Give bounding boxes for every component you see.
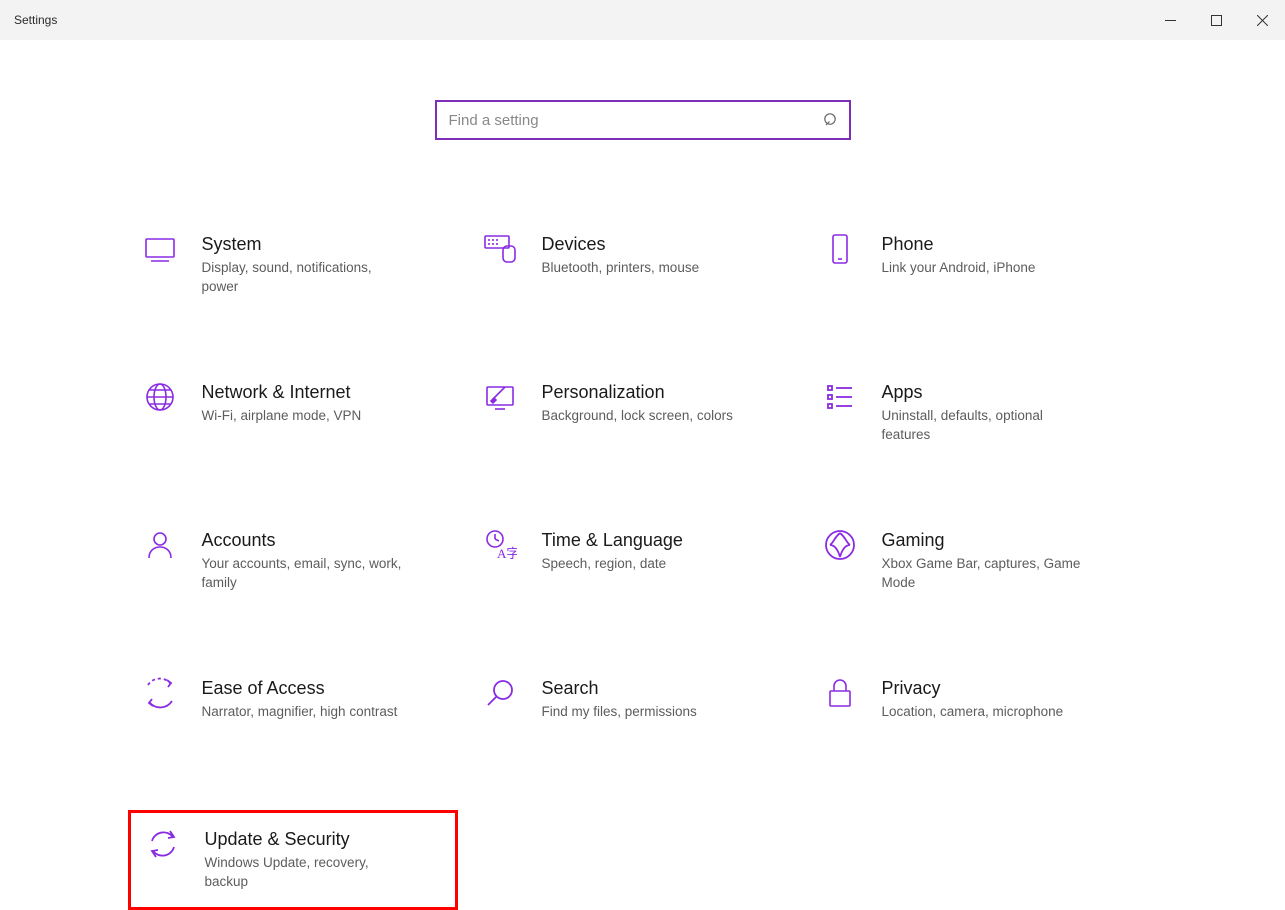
category-desc: Your accounts, email, sync, work, family xyxy=(202,555,402,593)
category-desc: Wi-Fi, airplane mode, VPN xyxy=(202,407,362,426)
category-desc: Speech, region, date xyxy=(542,555,683,574)
search-input[interactable] xyxy=(449,112,823,129)
minimize-button[interactable] xyxy=(1147,0,1193,40)
category-desc: Windows Update, recovery, backup xyxy=(205,854,405,892)
category-desc: Background, lock screen, colors xyxy=(542,407,733,426)
close-button[interactable] xyxy=(1239,0,1285,40)
window-title: Settings xyxy=(14,13,57,27)
category-desc: Narrator, magnifier, high contrast xyxy=(202,703,398,722)
category-personalization[interactable]: Personalization Background, lock screen,… xyxy=(468,366,798,466)
category-network[interactable]: Network & Internet Wi-Fi, airplane mode,… xyxy=(128,366,458,466)
category-title: Devices xyxy=(542,234,700,255)
category-privacy[interactable]: Privacy Location, camera, microphone xyxy=(808,662,1138,762)
category-accounts[interactable]: Accounts Your accounts, email, sync, wor… xyxy=(128,514,458,614)
update-security-icon xyxy=(141,827,185,861)
personalization-icon xyxy=(478,380,522,414)
category-desc: Bluetooth, printers, mouse xyxy=(542,259,700,278)
close-icon xyxy=(1257,15,1268,26)
maximize-icon xyxy=(1211,15,1222,26)
category-title: Phone xyxy=(882,234,1036,255)
titlebar: Settings xyxy=(0,0,1285,40)
category-title: System xyxy=(202,234,402,255)
categories-grid: System Display, sound, notifications, po… xyxy=(128,218,1138,910)
category-desc: Link your Android, iPhone xyxy=(882,259,1036,278)
category-phone[interactable]: Phone Link your Android, iPhone xyxy=(808,218,1138,318)
maximize-button[interactable] xyxy=(1193,0,1239,40)
time-language-icon: A字 xyxy=(478,528,522,562)
category-desc: Find my files, permissions xyxy=(542,703,697,722)
category-title: Network & Internet xyxy=(202,382,362,403)
category-desc: Location, camera, microphone xyxy=(882,703,1064,722)
gaming-icon xyxy=(818,528,862,562)
search-box[interactable] xyxy=(435,100,851,140)
accounts-icon xyxy=(138,528,182,562)
category-system[interactable]: System Display, sound, notifications, po… xyxy=(128,218,458,318)
privacy-icon xyxy=(818,676,862,710)
svg-text:A字: A字 xyxy=(497,546,517,561)
category-title: Apps xyxy=(882,382,1082,403)
category-title: Update & Security xyxy=(205,829,405,850)
category-title: Accounts xyxy=(202,530,402,551)
search-icon xyxy=(823,112,839,128)
system-icon xyxy=(138,232,182,266)
category-desc: Xbox Game Bar, captures, Game Mode xyxy=(882,555,1082,593)
apps-icon xyxy=(818,380,862,414)
devices-icon xyxy=(478,232,522,266)
category-desc: Uninstall, defaults, optional features xyxy=(882,407,1082,445)
category-title: Personalization xyxy=(542,382,733,403)
category-ease-of-access[interactable]: Ease of Access Narrator, magnifier, high… xyxy=(128,662,458,762)
category-devices[interactable]: Devices Bluetooth, printers, mouse xyxy=(468,218,798,318)
category-title: Ease of Access xyxy=(202,678,398,699)
minimize-icon xyxy=(1165,15,1176,26)
category-desc: Display, sound, notifications, power xyxy=(202,259,402,297)
main-content: System Display, sound, notifications, po… xyxy=(0,40,1285,910)
category-title: Search xyxy=(542,678,697,699)
search-category-icon xyxy=(478,676,522,710)
category-update-security[interactable]: Update & Security Windows Update, recove… xyxy=(128,810,458,910)
ease-of-access-icon xyxy=(138,676,182,710)
category-time[interactable]: A字 Time & Language Speech, region, date xyxy=(468,514,798,614)
phone-icon xyxy=(818,232,862,266)
network-icon xyxy=(138,380,182,414)
window-controls xyxy=(1147,0,1285,40)
category-title: Privacy xyxy=(882,678,1064,699)
category-apps[interactable]: Apps Uninstall, defaults, optional featu… xyxy=(808,366,1138,466)
category-gaming[interactable]: Gaming Xbox Game Bar, captures, Game Mod… xyxy=(808,514,1138,614)
category-title: Time & Language xyxy=(542,530,683,551)
category-search[interactable]: Search Find my files, permissions xyxy=(468,662,798,762)
category-title: Gaming xyxy=(882,530,1082,551)
